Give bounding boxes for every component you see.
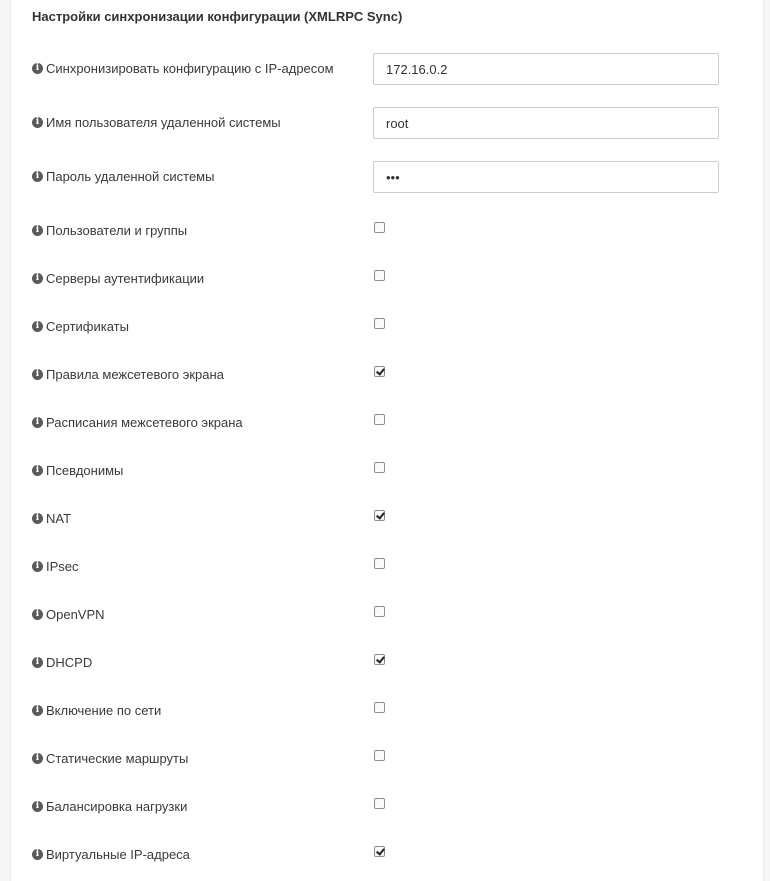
checkbox-label: i Серверы аутентификации <box>32 270 204 286</box>
info-icon[interactable]: i <box>32 800 43 812</box>
sync-ip-input[interactable] <box>373 53 719 85</box>
sync-checkbox[interactable] <box>374 846 385 857</box>
checkbox-row: i Псевдонимы <box>11 462 763 492</box>
checkbox-label-text: Пользователи и группы <box>46 222 188 238</box>
checkbox-row: i Виртуальные IP-адреса <box>11 846 763 876</box>
checkbox-row: i DHCPD <box>11 654 763 684</box>
checkbox-label: i Правила межсетевого экрана <box>32 366 224 382</box>
sync-checkbox[interactable] <box>374 606 385 617</box>
sync-checkbox[interactable] <box>374 222 385 233</box>
field-label-text: Пароль удаленной системы <box>46 168 215 184</box>
checkbox-label: i NAT <box>32 510 71 526</box>
info-icon[interactable]: i <box>32 368 43 380</box>
section-title: Настройки синхронизации конфигурации (XM… <box>32 9 403 24</box>
sync-checkbox[interactable] <box>374 366 385 377</box>
checkbox-label: i Псевдонимы <box>32 462 123 478</box>
sync-checkbox[interactable] <box>374 750 385 761</box>
info-icon[interactable]: i <box>32 512 43 524</box>
sync-checkbox[interactable] <box>374 654 385 665</box>
sync-checkbox[interactable] <box>374 510 385 521</box>
info-icon[interactable]: i <box>32 464 43 476</box>
info-icon[interactable]: i <box>32 224 43 236</box>
checkbox-label: i Статические маршруты <box>32 750 188 766</box>
checkbox-row: i NAT <box>11 510 763 540</box>
field-label: i Имя пользователя удаленной системы <box>32 114 281 130</box>
checkbox-label: i OpenVPN <box>32 606 105 622</box>
info-icon[interactable]: i <box>32 416 43 428</box>
info-icon[interactable]: i <box>32 272 43 284</box>
checkbox-row: i Включение по сети <box>11 702 763 732</box>
checkbox-row: i Серверы аутентификации <box>11 270 763 300</box>
checkbox-row: i Балансировка нагрузки <box>11 798 763 828</box>
info-icon[interactable]: i <box>32 848 43 860</box>
checkbox-label-text: Серверы аутентификации <box>46 270 205 286</box>
info-icon[interactable]: i <box>32 560 43 572</box>
info-icon[interactable]: i <box>32 656 43 668</box>
checkbox-row: i IPsec <box>11 558 763 588</box>
info-icon[interactable]: i <box>32 320 43 332</box>
info-icon[interactable]: i <box>32 170 43 182</box>
checkbox-label: i Виртуальные IP-адреса <box>32 846 190 862</box>
sync-checkbox[interactable] <box>374 414 385 425</box>
checkbox-label: i Балансировка нагрузки <box>32 798 187 814</box>
checkbox-label-text: Расписания межсетевого экрана <box>46 414 243 430</box>
checkbox-label-text: OpenVPN <box>46 606 105 622</box>
checkbox-label-text: Виртуальные IP-адреса <box>46 846 190 862</box>
field-label: i Пароль удаленной системы <box>32 168 214 184</box>
sync-checkbox[interactable] <box>374 270 385 281</box>
checkbox-row: i Расписания межсетевого экрана <box>11 414 763 444</box>
checkbox-label: i Включение по сети <box>32 702 161 718</box>
checkbox-label-text: Сертификаты <box>46 318 129 334</box>
field-label-text: Имя пользователя удаленной системы <box>46 114 281 130</box>
field-label-text: Синхронизировать конфигурацию с IP-адрес… <box>46 60 334 76</box>
sync-checkbox[interactable] <box>374 462 385 473</box>
info-icon[interactable]: i <box>32 752 43 764</box>
checkbox-label: i IPsec <box>32 558 79 574</box>
checkbox-label-text: NAT <box>46 510 72 526</box>
checkbox-label-text: Статические маршруты <box>46 750 189 766</box>
checkbox-label: i Расписания межсетевого экрана <box>32 414 243 430</box>
checkbox-row: i Правила межсетевого экрана <box>11 366 763 396</box>
remote-username-input[interactable] <box>373 107 719 139</box>
sync-checkbox[interactable] <box>374 558 385 569</box>
checkbox-label-text: Балансировка нагрузки <box>46 798 188 814</box>
remote-password-input[interactable] <box>373 161 719 193</box>
checkbox-label: i Сертификаты <box>32 318 129 334</box>
info-icon[interactable]: i <box>32 704 43 716</box>
sync-checkbox[interactable] <box>374 318 385 329</box>
sync-checkbox[interactable] <box>374 702 385 713</box>
checkbox-row: i Пользователи и группы <box>11 222 763 252</box>
info-icon[interactable]: i <box>32 62 43 74</box>
checkbox-label: i Пользователи и группы <box>32 222 187 238</box>
xmlrpc-sync-panel: Настройки синхронизации конфигурации (XM… <box>10 0 764 881</box>
checkbox-label-text: Включение по сети <box>46 702 162 718</box>
checkbox-label-text: Правила межсетевого экрана <box>46 366 224 382</box>
checkbox-label: i DHCPD <box>32 654 92 670</box>
checkbox-row: i OpenVPN <box>11 606 763 636</box>
field-label: i Синхронизировать конфигурацию с IP-адр… <box>32 60 334 76</box>
info-icon[interactable]: i <box>32 116 43 128</box>
sync-checkbox[interactable] <box>374 798 385 809</box>
info-icon[interactable]: i <box>32 608 43 620</box>
checkbox-row: i Статические маршруты <box>11 750 763 780</box>
checkbox-label-text: DHCPD <box>46 654 93 670</box>
checkbox-row: i Сертификаты <box>11 318 763 348</box>
checkbox-label-text: IPsec <box>46 558 79 574</box>
checkbox-label-text: Псевдонимы <box>46 462 124 478</box>
